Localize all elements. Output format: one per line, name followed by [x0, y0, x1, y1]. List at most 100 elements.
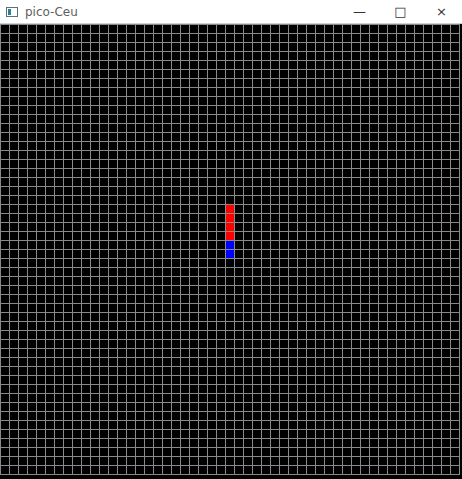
board-cell: [379, 61, 387, 69]
board-cell: [145, 367, 153, 375]
board-cell: [100, 286, 108, 294]
board-cell: [451, 52, 459, 60]
board-cell: [289, 187, 297, 195]
board-cell: [244, 25, 252, 33]
board-cell: [109, 214, 117, 222]
board-cell: [253, 349, 261, 357]
board-cell: [424, 340, 432, 348]
board-cell: [415, 322, 423, 330]
board-cell: [154, 133, 162, 141]
board-cell: [109, 34, 117, 42]
board-cell: [226, 133, 234, 141]
board-cell: [370, 43, 378, 51]
board-cell: [262, 97, 270, 105]
board-cell: [91, 223, 99, 231]
board-cell: [208, 358, 216, 366]
board-cell: [226, 313, 234, 321]
board-cell: [190, 358, 198, 366]
board-cell: [145, 277, 153, 285]
board-cell: [181, 232, 189, 240]
board-cell: [352, 160, 360, 168]
board-cell: [361, 133, 369, 141]
board-cell: [91, 151, 99, 159]
board-cell: [316, 169, 324, 177]
board-cell: [244, 322, 252, 330]
board-cell: [19, 169, 27, 177]
board-cell: [118, 322, 126, 330]
board-cell: [406, 70, 414, 78]
board-cell: [370, 25, 378, 33]
board-cell: [28, 295, 36, 303]
board-cell: [361, 205, 369, 213]
board-cell: [100, 88, 108, 96]
board-cell: [181, 79, 189, 87]
board-cell: [451, 61, 459, 69]
board-cell: [424, 241, 432, 249]
board-cell: [55, 61, 63, 69]
board-cell: [190, 151, 198, 159]
board-cell: [154, 142, 162, 150]
board-cell: [1, 43, 9, 51]
board-cell: [280, 124, 288, 132]
board-cell: [388, 88, 396, 96]
board-cell: [433, 250, 441, 258]
board-cell: [298, 61, 306, 69]
board-cell: [163, 322, 171, 330]
board-cell: [397, 250, 405, 258]
board-cell: [73, 304, 81, 312]
board-cell: [343, 214, 351, 222]
board-cell: [370, 358, 378, 366]
board-cell: [118, 214, 126, 222]
board-cell: [361, 286, 369, 294]
board-cell: [280, 295, 288, 303]
board-cell: [163, 268, 171, 276]
board-cell: [10, 97, 18, 105]
board-cell: [433, 304, 441, 312]
board-cell: [28, 115, 36, 123]
close-button[interactable]: ×: [421, 0, 462, 23]
board-cell: [10, 313, 18, 321]
board-cell: [19, 25, 27, 33]
board-cell: [28, 178, 36, 186]
board-cell: [244, 79, 252, 87]
board-cell: [325, 331, 333, 339]
board-cell: [451, 268, 459, 276]
board-cell: [199, 61, 207, 69]
board-cell: [244, 169, 252, 177]
board-cell: [352, 340, 360, 348]
board-cell: [37, 277, 45, 285]
board-cell: [424, 331, 432, 339]
board-cell: [235, 52, 243, 60]
window-controls: —□×: [339, 0, 462, 23]
board-cell: [82, 313, 90, 321]
board-cell: [271, 313, 279, 321]
board-cell: [397, 187, 405, 195]
board-cell: [28, 52, 36, 60]
board-cell: [352, 304, 360, 312]
board-cell: [415, 151, 423, 159]
board-cell: [280, 286, 288, 294]
board-cell: [28, 358, 36, 366]
board-cell: [316, 331, 324, 339]
board-cell: [91, 232, 99, 240]
board-cell: [361, 313, 369, 321]
board-cell: [190, 349, 198, 357]
board-cell: [73, 124, 81, 132]
board-cell: [415, 223, 423, 231]
board-cell: [100, 187, 108, 195]
board-cell: [181, 106, 189, 114]
board-cell: [406, 250, 414, 258]
board-cell: [136, 88, 144, 96]
board-cell: [433, 205, 441, 213]
board-cell: [253, 196, 261, 204]
board-cell: [235, 106, 243, 114]
minimize-button[interactable]: —: [339, 0, 380, 23]
board-cell: [442, 205, 450, 213]
board-cell: [154, 349, 162, 357]
board-cell: [19, 196, 27, 204]
board-cell: [361, 295, 369, 303]
board-cell: [199, 88, 207, 96]
board-cell: [370, 340, 378, 348]
maximize-button[interactable]: □: [380, 0, 421, 23]
board-cell: [235, 133, 243, 141]
